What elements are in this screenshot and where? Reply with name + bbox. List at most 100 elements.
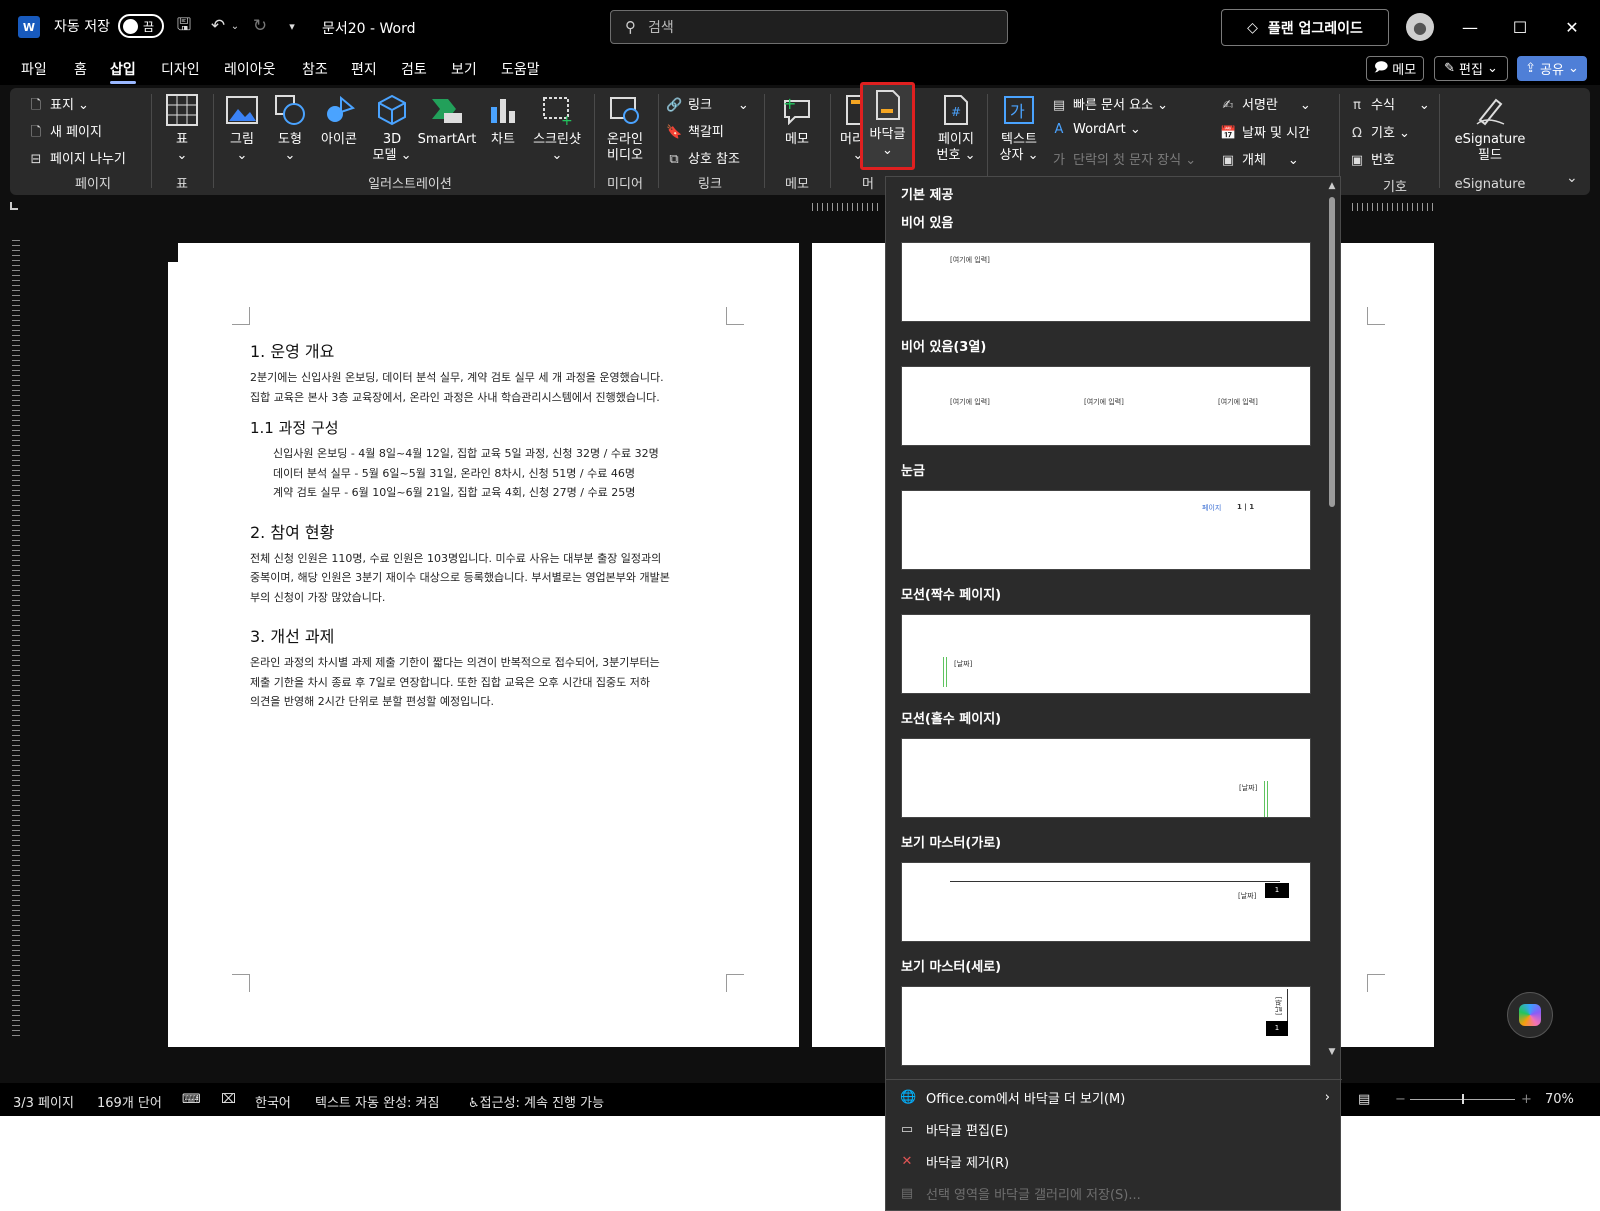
gallery-scrollbar[interactable]: ▲ ▼ — [1327, 181, 1337, 1061]
share-button[interactable]: ⇪ 공유 ⌄ — [1517, 56, 1587, 81]
tab-design[interactable]: 디자인 — [161, 59, 200, 79]
tab-insert[interactable]: 삽입 — [110, 59, 136, 84]
number-button[interactable]: ▣ 번호 — [1349, 149, 1395, 168]
zoom-out-icon[interactable]: − — [1395, 1092, 1406, 1107]
quick-parts-button[interactable]: ▤ 빠른 문서 요소 ⌄ — [1051, 94, 1168, 113]
object-button[interactable]: ▣ 개체 ⌄ — [1220, 149, 1299, 168]
link-button[interactable]: 🔗 링크 ⌄ — [666, 94, 749, 113]
list-item: 신입사원 온보딩 - 4월 8일~4월 12일, 집합 교육 5일 과정, 신청… — [273, 447, 659, 460]
chart-button[interactable]: 차트 — [483, 92, 523, 148]
3d-models-button[interactable]: 3D 모델 ⌄ — [370, 92, 414, 164]
collapse-ribbon-icon[interactable]: ⌄ — [1566, 170, 1578, 186]
track-changes-icon[interactable]: ⌧ — [221, 1092, 236, 1107]
maximize-icon[interactable]: ☐ — [1500, 12, 1540, 42]
upgrade-button[interactable]: ◇ 플랜 업그레이드 — [1221, 9, 1389, 46]
copilot-button[interactable] — [1507, 992, 1553, 1038]
cross-reference-button[interactable]: ⧉ 상호 참조 — [666, 148, 740, 167]
minimize-icon[interactable]: — — [1450, 12, 1490, 42]
memo-button[interactable]: 🗩 메모 — [1366, 56, 1424, 81]
zoom-in-icon[interactable]: + — [1521, 1092, 1532, 1107]
autosave-toggle[interactable]: 끔 — [118, 14, 164, 38]
date-time-label: 날짜 및 시간 — [1242, 126, 1311, 141]
zoom-slider[interactable] — [1410, 1094, 1515, 1104]
3d-models-label-1: 3D — [382, 132, 402, 147]
table-button[interactable]: 표 ⌄ — [162, 92, 202, 164]
group-label-comments: 메모 — [785, 177, 809, 192]
footer-option-motion-even[interactable]: [날짜] — [901, 614, 1311, 694]
tab-selector-icon[interactable] — [10, 202, 18, 210]
group-separator — [830, 94, 831, 188]
save-icon[interactable]: 🖫 — [172, 14, 196, 38]
remove-footer-menu-item[interactable]: ✕ 바닥글 제거(R) — [900, 1147, 1330, 1175]
language[interactable]: 한국어 — [255, 1092, 291, 1111]
drop-cap-icon: 가 — [1053, 153, 1065, 168]
group-separator — [1439, 94, 1440, 188]
chevron-down-icon: ⌄ — [236, 148, 248, 163]
signature-line-button[interactable]: ✍ 서명란 ⌄ — [1220, 94, 1311, 113]
esignature-field-button[interactable]: eSignature 필드 — [1450, 92, 1530, 164]
redo-icon[interactable]: ↻ — [248, 14, 272, 38]
footer-option-grid[interactable]: 페이지 1 | 1 — [901, 490, 1311, 570]
wordart-button[interactable]: A WordArt ⌄ — [1051, 122, 1141, 137]
footer-button[interactable]: 바닥글 ⌄ — [860, 82, 915, 170]
icons-button[interactable]: 아이콘 — [316, 92, 362, 148]
tab-review[interactable]: 검토 — [401, 59, 427, 79]
scroll-down-icon[interactable]: ▼ — [1327, 1047, 1337, 1057]
screenshot-button[interactable]: + 스크린샷 ⌄ — [527, 92, 587, 164]
insert-comment-button[interactable]: + 메모 — [775, 92, 819, 148]
date-time-button[interactable]: 📅 날짜 및 시간 — [1220, 122, 1310, 141]
tab-mailings[interactable]: 편지 — [351, 59, 377, 79]
esignature-field-label-2: 필드 — [1478, 148, 1502, 163]
focus-mode-icon[interactable]: ▤ — [1358, 1092, 1370, 1107]
accessibility-status[interactable]: ♿접근성: 계속 진행 가능 — [468, 1092, 604, 1111]
footer-option-view-master-horizontal[interactable]: [날짜] 1 — [901, 862, 1311, 942]
cover-page-button[interactable]: 🗋 표지 ⌄ — [28, 94, 89, 118]
word-count[interactable]: 169개 단어 — [97, 1092, 162, 1111]
edit-mode-button[interactable]: ✎ 편집 ⌄ — [1434, 56, 1508, 81]
avatar[interactable]: ● — [1406, 13, 1434, 41]
footer-option-blank-3col[interactable]: [여기에 입력] [여기에 입력] [여기에 입력] — [901, 366, 1311, 446]
save-to-gallery-menu-item[interactable]: ▤ 선택 영역을 바닥글 갤러리에 저장(S)... — [900, 1179, 1330, 1207]
bookmark-button[interactable]: 🔖 책갈피 — [666, 121, 724, 140]
smartart-button[interactable]: SmartArt — [415, 92, 479, 148]
close-icon[interactable]: ✕ — [1552, 12, 1592, 42]
zoom-slider-thumb[interactable] — [1462, 1094, 1464, 1104]
online-video-button[interactable]: 온라인 비디오 — [600, 92, 650, 164]
autocomplete-status[interactable]: 텍스트 자동 완성: 켜짐 — [315, 1092, 439, 1111]
customize-toolbar-icon[interactable]: ▾ — [280, 14, 304, 38]
more-footers-menu-item[interactable]: 🌐 Office.com에서 바닥글 더 보기(M) › — [900, 1083, 1330, 1111]
tab-references[interactable]: 참조 — [302, 59, 328, 79]
picture-button[interactable]: 그림 ⌄ — [222, 92, 262, 164]
drop-cap-button[interactable]: 가 단락의 첫 문자 장식 ⌄ — [1051, 149, 1196, 168]
search-box[interactable]: ⚲ 검색 — [610, 10, 1008, 44]
footer-option-motion-odd[interactable]: [날짜] — [901, 738, 1311, 818]
page-number-label-2: 번호 ⌄ — [936, 148, 976, 163]
zoom-level[interactable]: 70% — [1545, 1092, 1574, 1107]
footer-date: [날짜] — [954, 660, 973, 668]
tab-view[interactable]: 보기 — [451, 59, 477, 79]
undo-dropdown-icon[interactable]: ⌄ — [229, 14, 241, 38]
page-count[interactable]: 3/3 페이지 — [13, 1092, 74, 1111]
undo-icon[interactable]: ↶ — [206, 14, 230, 38]
tab-layout[interactable]: 레이아웃 — [224, 59, 276, 79]
shapes-button[interactable]: 도형 ⌄ — [270, 92, 310, 164]
smartart-label: SmartArt — [417, 132, 477, 147]
document-page-1[interactable]: 1. 운영 개요 2분기에는 신입사원 온보딩, 데이터 분석 실무, 계약 검… — [178, 243, 799, 1047]
tab-file[interactable]: 파일 — [21, 59, 47, 79]
autosave-label: 자동 저장 — [54, 19, 110, 35]
footer-option-view-master-vertical[interactable]: [날짜] 1 — [901, 986, 1311, 1066]
tab-help[interactable]: 도움말 — [501, 59, 540, 79]
footer-option-blank[interactable]: [여기에 입력] — [901, 242, 1311, 322]
new-page-button[interactable]: 🗋 새 페이지 — [28, 121, 102, 145]
calendar-icon: 📅 — [1220, 126, 1237, 141]
tab-home[interactable]: 홈 — [74, 59, 87, 79]
scroll-up-icon[interactable]: ▲ — [1327, 181, 1337, 191]
proofing-icon[interactable]: ⌨ — [182, 1092, 201, 1107]
symbol-button[interactable]: Ω 기호 ⌄ — [1349, 122, 1410, 141]
edit-footer-menu-item[interactable]: ▭ 바닥글 편집(E) — [900, 1115, 1330, 1143]
equation-button[interactable]: π 수식 ⌄ — [1349, 94, 1430, 113]
scrollbar-thumb[interactable] — [1329, 197, 1335, 507]
text-box-button[interactable]: 가 텍스트 상자 ⌄ — [995, 92, 1043, 164]
page-number-button[interactable]: # 페이지 번호 ⌄ — [932, 92, 980, 164]
page-break-button[interactable]: ⊟ 페이지 나누기 — [28, 148, 126, 167]
